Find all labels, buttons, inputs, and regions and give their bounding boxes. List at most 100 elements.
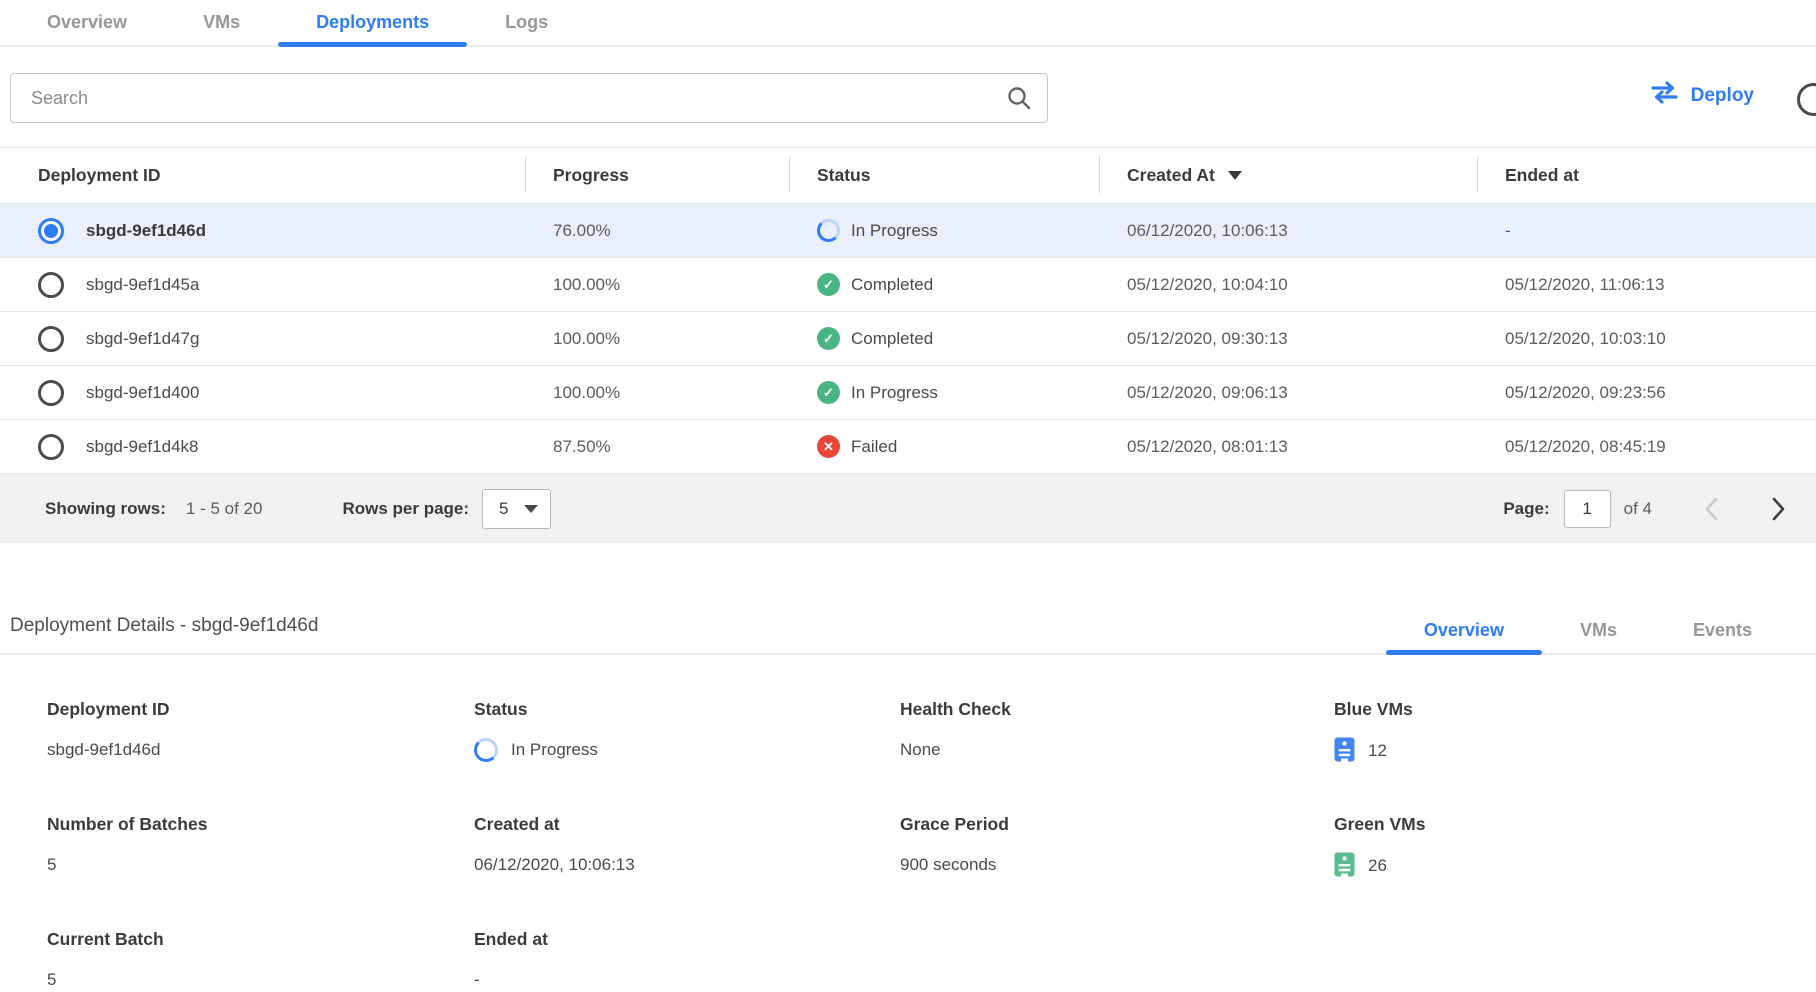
field-label: Deployment ID: [47, 699, 474, 720]
field-value: 900 seconds: [900, 852, 1334, 878]
green-vm-icon: [1334, 852, 1355, 879]
detail-field-grace-period: Grace Period 900 seconds: [900, 814, 1334, 879]
table-footer: Showing rows: 1 - 5 of 20 Rows per page:…: [0, 473, 1816, 543]
table-row[interactable]: sbgd-9ef1d45a 100.00% Completed 05/12/20…: [0, 257, 1816, 311]
details-header: Deployment Details - sbgd-9ef1d46d Overv…: [0, 543, 1816, 655]
field-value: In Progress: [474, 737, 900, 763]
created-at-value: 05/12/2020, 09:06:13: [1099, 383, 1477, 403]
row-radio-icon[interactable]: [38, 272, 64, 298]
tab-vms[interactable]: VMs: [165, 0, 278, 45]
column-header-status: Status: [789, 148, 1099, 203]
field-value: None: [900, 737, 1334, 763]
column-header-deployment-id: Deployment ID: [0, 148, 525, 203]
status-label: Completed: [851, 329, 933, 349]
status-label: In Progress: [511, 740, 598, 760]
progress-value: 100.00%: [525, 275, 789, 295]
field-label: Green VMs: [1334, 814, 1816, 835]
field-label: Current Batch: [47, 929, 474, 950]
next-page-button[interactable]: [1771, 497, 1786, 521]
field-label: Health Check: [900, 699, 1334, 720]
page-number-input[interactable]: [1564, 490, 1611, 528]
status-label: In Progress: [851, 221, 938, 241]
field-value: 5: [47, 852, 474, 878]
page-label: Page:: [1503, 499, 1549, 519]
deployment-id: sbgd-9ef1d45a: [86, 275, 199, 295]
search-input[interactable]: [10, 73, 1048, 123]
deployment-id: sbgd-9ef1d46d: [86, 221, 206, 241]
rows-per-page-value: 5: [499, 499, 508, 519]
progress-value: 100.00%: [525, 329, 789, 349]
progress-value: 100.00%: [525, 383, 789, 403]
deploy-button[interactable]: Deploy: [1650, 81, 1754, 110]
row-radio-selected[interactable]: [38, 218, 64, 244]
tab-deployments[interactable]: Deployments: [278, 0, 467, 45]
tab-overview[interactable]: Overview: [9, 0, 165, 45]
created-at-value: 05/12/2020, 08:01:13: [1099, 437, 1477, 457]
table-row[interactable]: sbgd-9ef1d400 100.00% In Progress 05/12/…: [0, 365, 1816, 419]
field-label: Grace Period: [900, 814, 1334, 835]
deployments-table: Deployment ID Progress Status Created At…: [0, 147, 1816, 543]
details-title: Deployment Details - sbgd-9ef1d46d: [10, 615, 318, 653]
table-row[interactable]: sbgd-9ef1d46d 76.00% In Progress 06/12/2…: [0, 203, 1816, 257]
deploy-button-label: Deploy: [1691, 85, 1754, 107]
tab-logs[interactable]: Logs: [467, 0, 586, 45]
details-tab-overview[interactable]: Overview: [1386, 607, 1542, 653]
field-value: -: [474, 967, 900, 992]
completed-icon: [817, 327, 840, 350]
field-label: Blue VMs: [1334, 699, 1816, 720]
chevron-left-icon: [1704, 497, 1719, 521]
detail-field-current-batch: Current Batch 5: [47, 929, 474, 992]
refresh-icon[interactable]: [1797, 83, 1816, 116]
vm-count: 26: [1368, 856, 1387, 876]
column-header-ended-at: Ended at: [1477, 148, 1816, 203]
created-at-label: Created At: [1127, 165, 1215, 186]
created-at-value: 05/12/2020, 09:30:13: [1099, 329, 1477, 349]
in-progress-icon: [474, 738, 498, 762]
blue-vm-icon: [1334, 737, 1355, 764]
row-radio-icon[interactable]: [38, 326, 64, 352]
detail-field-health-check: Health Check None: [900, 699, 1334, 764]
details-tab-vms[interactable]: VMs: [1542, 607, 1655, 653]
search-field-wrap: [10, 73, 1048, 123]
dropdown-caret-icon: [524, 505, 538, 513]
field-value: 06/12/2020, 10:06:13: [474, 852, 900, 878]
showing-rows-value: 1 - 5 of 20: [186, 499, 263, 519]
table-row[interactable]: sbgd-9ef1d4k8 87.50% Failed 05/12/2020, …: [0, 419, 1816, 473]
detail-field-deployment-id: Deployment ID sbgd-9ef1d46d: [47, 699, 474, 764]
pager: Page: of 4: [1503, 490, 1786, 528]
completed-icon: [817, 381, 840, 404]
showing-rows-label: Showing rows:: [45, 499, 166, 519]
top-tab-bar: Overview VMs Deployments Logs: [0, 0, 1816, 47]
details-grid: Deployment ID sbgd-9ef1d46d Status In Pr…: [0, 699, 1816, 992]
rows-per-page-select[interactable]: 5: [482, 489, 551, 529]
search-icon: [1006, 85, 1032, 116]
detail-field-number-of-batches: Number of Batches 5: [47, 814, 474, 879]
deployments-page: Overview VMs Deployments Logs Deploy: [0, 0, 1816, 992]
progress-value: 87.50%: [525, 437, 789, 457]
column-header-created-at[interactable]: Created At: [1099, 148, 1477, 203]
status-label: Failed: [851, 437, 897, 457]
field-label: Created at: [474, 814, 900, 835]
details-tab-bar: Overview VMs Events: [1386, 607, 1816, 653]
table-row[interactable]: sbgd-9ef1d47g 100.00% Completed 05/12/20…: [0, 311, 1816, 365]
ended-at-value: 05/12/2020, 09:23:56: [1477, 383, 1816, 403]
ended-at-value: 05/12/2020, 11:06:13: [1477, 275, 1816, 295]
created-at-value: 05/12/2020, 10:04:10: [1099, 275, 1477, 295]
field-value: 12: [1334, 737, 1816, 764]
previous-page-button[interactable]: [1704, 497, 1719, 521]
vm-count: 12: [1368, 741, 1387, 761]
detail-field-created-at: Created at 06/12/2020, 10:06:13: [474, 814, 900, 879]
column-header-progress: Progress: [525, 148, 789, 203]
deployment-id: sbgd-9ef1d400: [86, 383, 199, 403]
row-radio-icon[interactable]: [38, 380, 64, 406]
field-value: 5: [47, 967, 474, 992]
field-value: sbgd-9ef1d46d: [47, 737, 474, 763]
details-tab-events[interactable]: Events: [1655, 607, 1790, 653]
deployment-id: sbgd-9ef1d47g: [86, 329, 199, 349]
ended-at-value: -: [1477, 221, 1816, 241]
field-label: Ended at: [474, 929, 900, 950]
row-radio-icon[interactable]: [38, 434, 64, 460]
deploy-icon: [1650, 81, 1679, 110]
progress-value: 76.00%: [525, 221, 789, 241]
failed-icon: [817, 435, 840, 458]
